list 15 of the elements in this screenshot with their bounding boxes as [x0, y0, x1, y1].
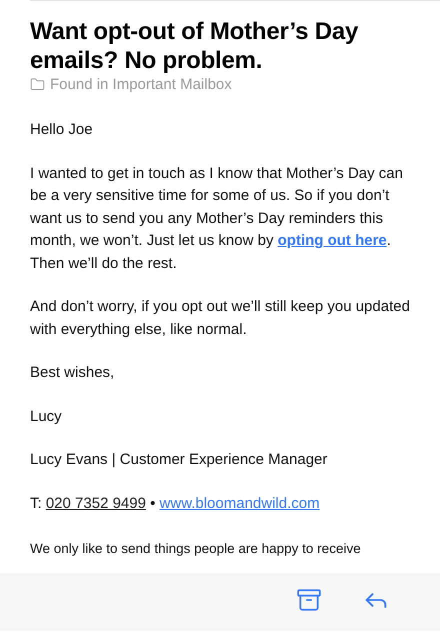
- paragraph: We only like to send things people are happy to receive: [30, 540, 362, 558]
- paragraph: Lucy Evans | Customer Experience Manager: [30, 450, 328, 470]
- phone-link[interactable]: 020 7352 9499: [46, 494, 146, 512]
- link[interactable]: www.bloomandwild.com: [160, 494, 320, 512]
- paragraph: Lucy: [30, 406, 63, 426]
- link[interactable]: opting out here: [278, 232, 387, 249]
- paragraph: Best wishes,: [30, 363, 116, 383]
- paragraph: T: 020 7352 9499 • www.bloomandwild.com: [30, 494, 321, 514]
- archive-button[interactable]: [296, 587, 322, 613]
- paragraph: Hello Joe: [30, 120, 94, 140]
- folder-icon: [30, 77, 45, 92]
- paragraph: And don’t worry, if you opt out we’ll still keep you updated with everything else, like normal.: [30, 297, 410, 340]
- email-subject: Want opt-out of Mother’s Day emails? No problem.: [30, 17, 360, 75]
- paragraph: I wanted to get in touch as I know that Mother’s Day can be a very sensitive time for some of us. So if you don’t want us to send you any Mother’s Day reminders this month, we won’t. Just let us know by opting out here. Then we’ll do the rest.: [30, 164, 404, 274]
- mailbox-label: Found in Important Mailbox: [50, 76, 232, 93]
